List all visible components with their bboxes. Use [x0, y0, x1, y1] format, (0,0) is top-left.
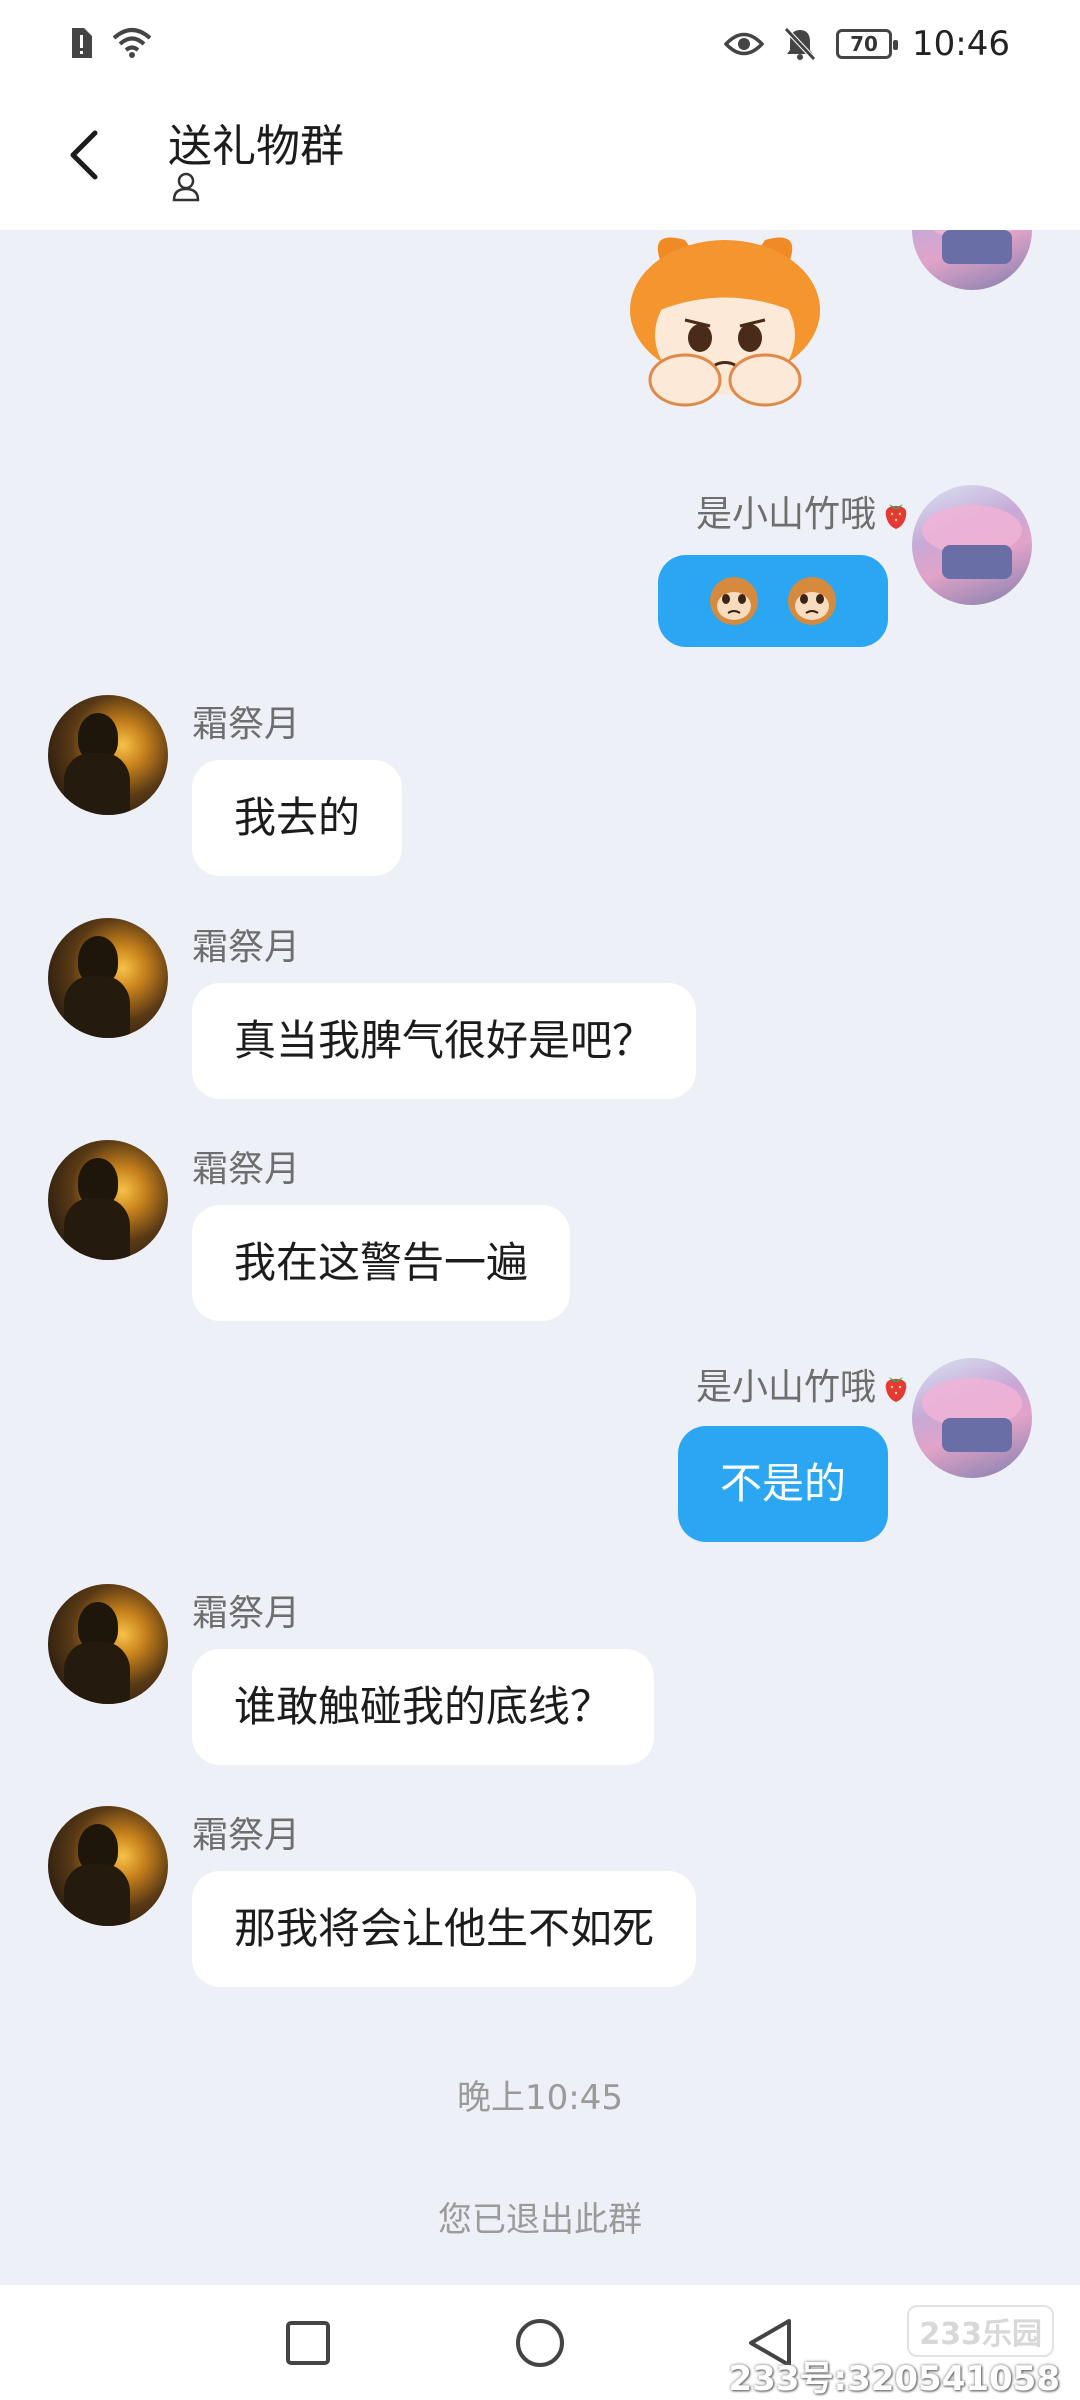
sender-name: 是小山竹哦 — [696, 1358, 912, 1410]
avatar[interactable] — [48, 1140, 168, 1260]
message-timestamp: 晚上10:45 — [457, 2078, 623, 2118]
watermark-logo: 233乐园 — [907, 2305, 1054, 2357]
sender-name: 是小山竹哦 — [696, 485, 912, 537]
sender-name: 霜祭月 — [192, 1815, 301, 1856]
avatar[interactable] — [48, 918, 168, 1038]
sender-name-text: 是小山竹哦 — [695, 1367, 876, 1408]
avatar[interactable] — [912, 230, 1032, 290]
system-message: 您已退出此群 — [438, 2200, 642, 2240]
status-left — [68, 26, 152, 60]
eye-icon — [724, 32, 765, 56]
avatar[interactable] — [48, 1806, 168, 1926]
sad-orange-hair-girl-sticker[interactable] — [600, 230, 850, 430]
message-list[interactable]: 是小山竹哦 霜祭月 我去的 霜祭月 真当我脾气很好是吧？ 霜祭月 我在这警告一遍 — [0, 230, 1080, 2285]
status-bar: 70 10:46 — [0, 0, 1080, 90]
bell-off-icon — [784, 27, 816, 61]
sim-alert-icon — [72, 28, 92, 58]
home-button[interactable] — [512, 2315, 568, 2371]
back-button[interactable] — [50, 120, 120, 190]
strawberry-icon — [885, 1377, 907, 1402]
square-icon — [286, 2321, 330, 2365]
watermark-id: 233号:320541058 — [728, 2359, 1060, 2399]
sender-name: 霜祭月 — [192, 704, 301, 745]
status-right: 70 10:46 — [724, 24, 1010, 64]
chat-header: 送礼物群 — [0, 90, 1080, 230]
monkey-emoji — [788, 577, 836, 625]
sender-name: 霜祭月 — [192, 1149, 301, 1190]
strawberry-icon — [885, 504, 907, 529]
monkey-emoji — [710, 577, 758, 625]
sender-name: 霜祭月 — [192, 927, 301, 968]
status-time: 10:46 — [912, 24, 1010, 64]
avatar[interactable] — [48, 1584, 168, 1704]
message-bubble-incoming[interactable]: 我在这警告一遍 — [192, 1205, 571, 1321]
battery-icon: 70 — [836, 29, 899, 59]
avatar[interactable] — [912, 485, 1032, 605]
sender-name-text: 是小山竹哦 — [695, 494, 876, 535]
emoji-row — [706, 573, 840, 629]
recents-button[interactable] — [280, 2315, 336, 2371]
message-bubble-incoming[interactable]: 那我将会让他生不如死 — [192, 1871, 697, 1987]
navigation-bar: 233乐园 233号:320541058 — [0, 2285, 1080, 2400]
circle-icon — [516, 2319, 564, 2367]
message-bubble-outgoing[interactable]: 不是的 — [677, 1426, 888, 1542]
message-bubble-incoming[interactable]: 谁敢触碰我的底线？ — [192, 1649, 655, 1765]
avatar[interactable] — [48, 695, 168, 815]
avatar[interactable] — [912, 1358, 1032, 1478]
battery-level: 70 — [850, 32, 878, 56]
sender-name: 霜祭月 — [192, 1593, 301, 1634]
message-bubble-incoming[interactable]: 真当我脾气很好是吧？ — [192, 983, 697, 1099]
person-icon[interactable] — [170, 170, 202, 202]
message-bubble-incoming[interactable]: 我去的 — [192, 760, 403, 876]
chevron-left-icon — [70, 130, 98, 180]
group-title[interactable]: 送礼物群 — [168, 110, 344, 174]
wifi-icon — [112, 28, 152, 58]
message-bubble-outgoing[interactable] — [658, 555, 888, 647]
